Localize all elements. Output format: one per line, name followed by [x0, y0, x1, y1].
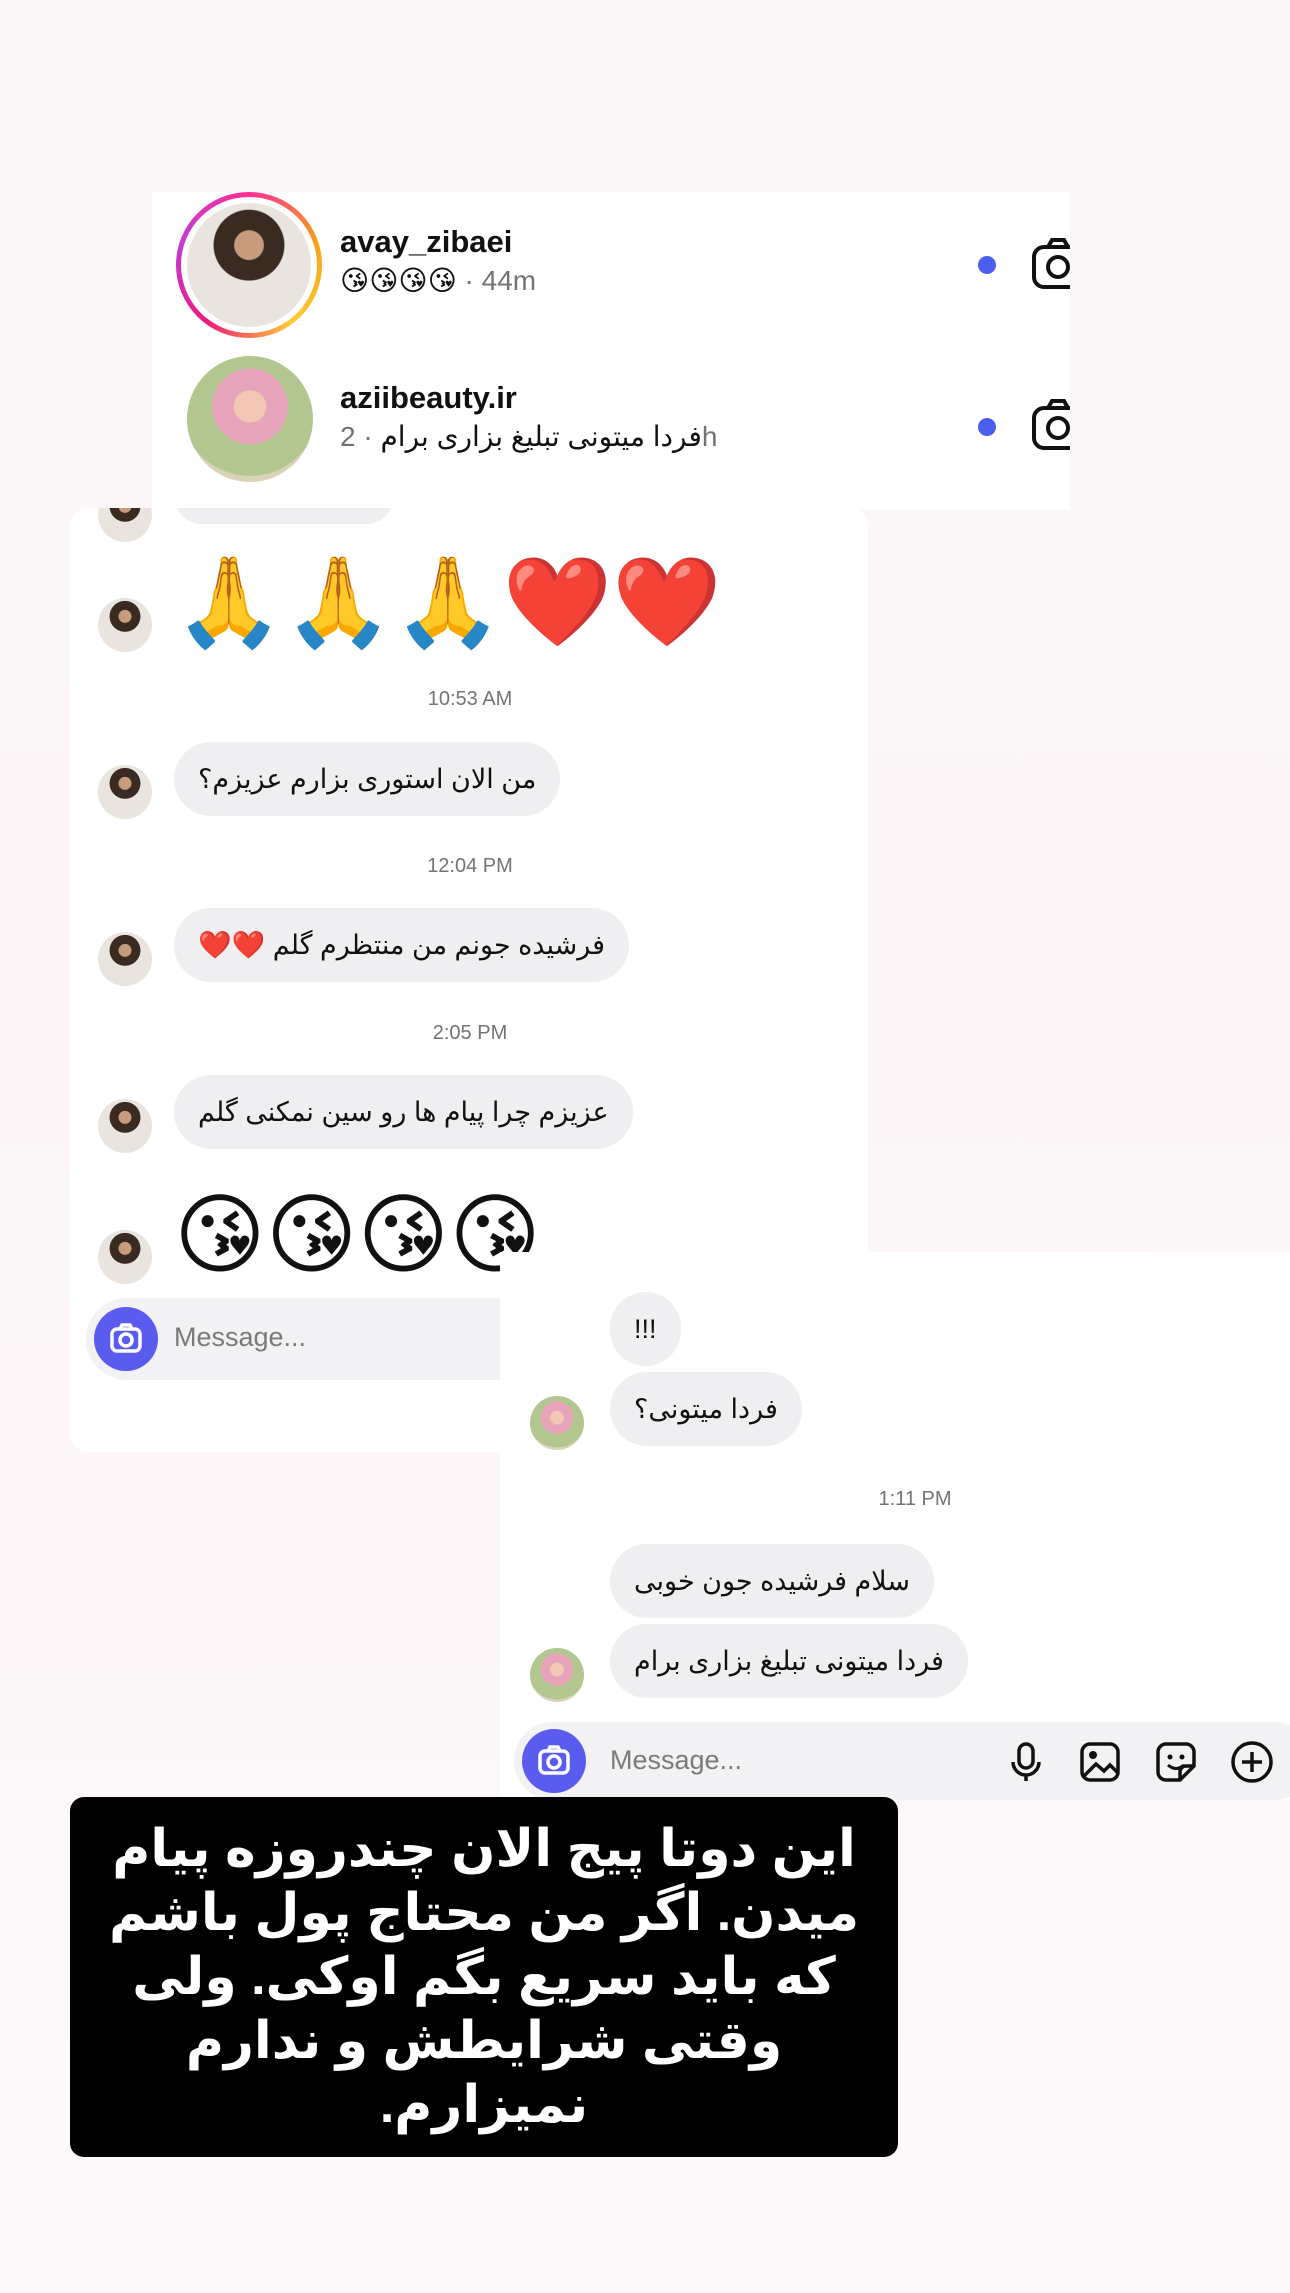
avatar[interactable]	[187, 356, 313, 482]
message-input[interactable]: Message...	[610, 1745, 742, 1776]
dm-username: aziibeauty.ir	[340, 380, 517, 415]
sender-avatar	[98, 1230, 152, 1284]
message-bubble[interactable]: فرشیده جونم من منتظرم گلم ❤️❤️	[174, 908, 630, 982]
plus-icon[interactable]	[1230, 1740, 1274, 1784]
sender-avatar	[530, 1648, 584, 1702]
unread-dot	[978, 418, 996, 436]
sender-avatar	[98, 932, 152, 986]
microphone-icon[interactable]	[1004, 1740, 1048, 1784]
dm-username: avay_zibaei	[340, 224, 513, 259]
dm-time: · 44m	[464, 265, 537, 296]
camera-icon	[110, 1323, 142, 1353]
sender-avatar	[530, 1396, 584, 1450]
unread-dot	[978, 256, 996, 274]
dm-row-avay-zibaei[interactable]: avay_zibaei 😘😘😘😘 · 44m	[152, 192, 1070, 342]
message-input[interactable]: Message...	[174, 1322, 306, 1353]
emoji-message: 😘😘😘😘	[174, 1185, 541, 1284]
dm-preview-text: فردا میتونی تبلیغ بزاری برام	[380, 421, 702, 452]
sender-avatar	[98, 765, 152, 819]
sender-avatar	[98, 1099, 152, 1153]
dm-preview: فردا میتونی تبلیغ بزاری برام · 2h	[340, 420, 717, 453]
partial-message-bubble	[174, 508, 394, 524]
message-composer[interactable]: Message...	[514, 1722, 1290, 1800]
dm-preview: 😘😘😘😘 · 44m	[340, 264, 536, 297]
camera-icon	[538, 1745, 570, 1775]
message-timestamp: 1:11 PM	[878, 1488, 952, 1510]
dm-preview-text: 😘😘😘😘	[340, 265, 457, 296]
camera-button[interactable]	[522, 1729, 586, 1793]
direct-messages-list: avay_zibaei 😘😘😘😘 · 44m aziibeauty.ir فرد…	[152, 192, 1070, 510]
message-bubble[interactable]: فردا میتونی؟	[610, 1372, 802, 1446]
camera-button[interactable]	[94, 1307, 158, 1371]
sender-avatar	[98, 508, 152, 542]
story-ring[interactable]	[176, 192, 322, 338]
camera-icon[interactable]	[1028, 396, 1070, 456]
camera-icon[interactable]	[1028, 235, 1070, 295]
message-bubble[interactable]: فردا میتونی تبلیغ بزاری برام	[610, 1624, 968, 1698]
emoji-message: 🙏🙏🙏❤️❤️	[174, 552, 722, 651]
dm-row-aziibeauty[interactable]: aziibeauty.ir فردا میتونی تبلیغ بزاری بر…	[152, 356, 1070, 506]
message-bubble[interactable]: من الان استوری بزارم عزیزم؟	[174, 742, 561, 816]
gallery-icon[interactable]	[1078, 1740, 1122, 1784]
sender-avatar	[98, 598, 152, 652]
message-bubble[interactable]: !!!	[610, 1292, 681, 1366]
message-timestamp: 12:04 PM	[427, 855, 513, 877]
message-bubble[interactable]: سلام فرشیده جون خوبی	[610, 1544, 934, 1618]
chat-thread-aziibeauty[interactable]: !!! فردا میتونی؟ 1:11 PM سلام فرشیده جون…	[500, 1252, 1290, 1800]
story-caption: این دوتا پیج الان چندروزه پیام میدن. اگر…	[70, 1797, 898, 2157]
message-bubble[interactable]: عزیزم چرا پیام ها رو سین نمکنی گلم	[174, 1075, 633, 1149]
avatar	[187, 203, 311, 327]
message-timestamp: 10:53 AM	[427, 688, 513, 710]
message-timestamp: 2:05 PM	[432, 1022, 508, 1044]
sticker-icon[interactable]	[1154, 1740, 1198, 1784]
